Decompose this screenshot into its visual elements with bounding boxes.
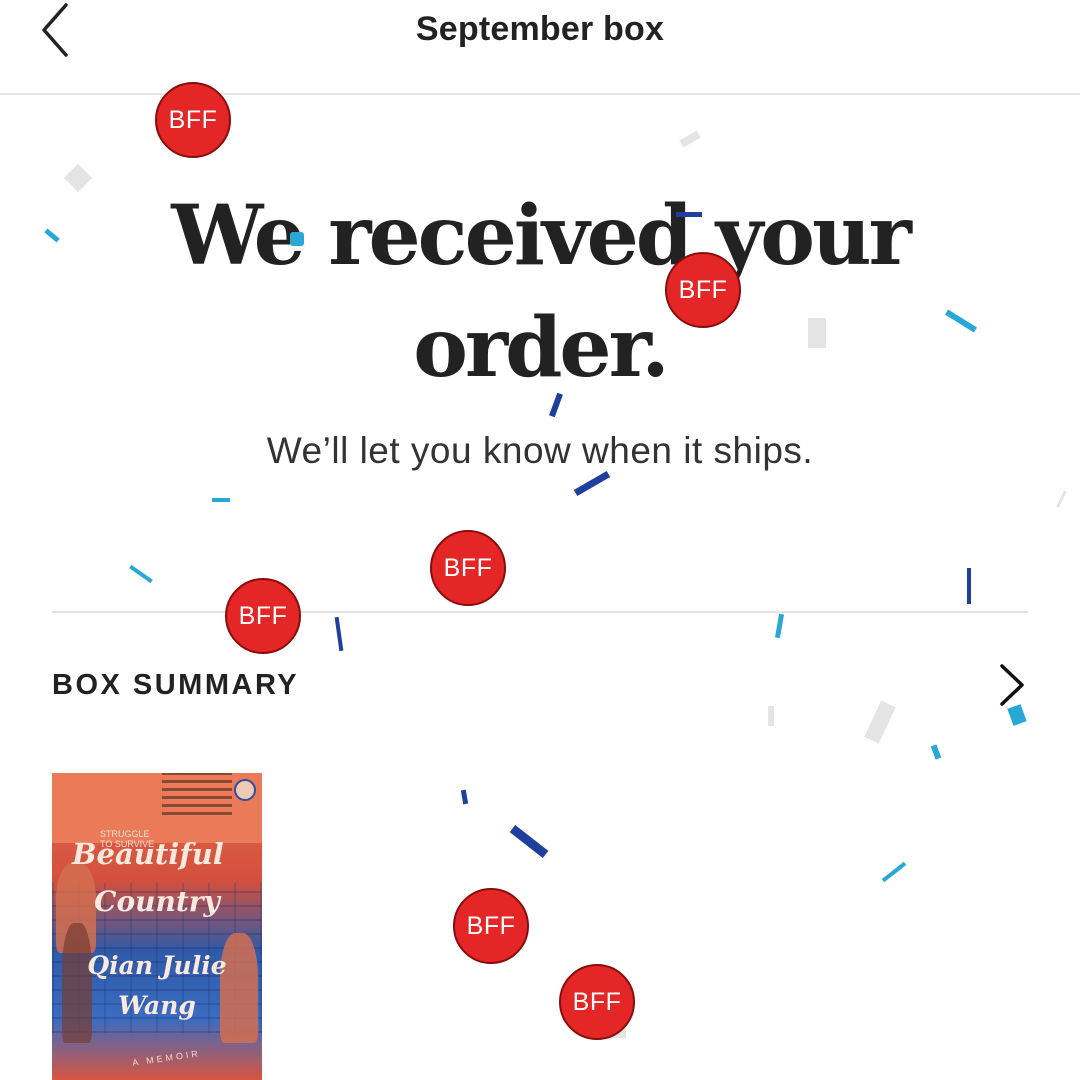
cover-figure (62, 923, 92, 1043)
bff-badge: BFF (665, 252, 741, 328)
cover-sign (162, 773, 232, 815)
confetti-piece (290, 232, 304, 246)
confetti-piece (334, 616, 344, 652)
confetti-piece (808, 318, 826, 348)
confetti-piece (1056, 490, 1067, 508)
cover-figure (220, 933, 258, 1043)
publisher-logo (234, 779, 256, 801)
confetti-piece (967, 568, 971, 604)
bff-badge: BFF (453, 888, 529, 964)
bff-badge: BFF (155, 82, 231, 158)
bff-badge: BFF (225, 578, 301, 654)
cover-title-line-1: Beautiful (72, 837, 224, 871)
confetti-piece (129, 564, 153, 584)
confetti-piece (768, 706, 774, 726)
confirmation-heading-line-1: We received your (171, 188, 912, 284)
bff-badge: BFF (430, 530, 506, 606)
page-title: September box (415, 10, 665, 48)
confetti-piece (881, 861, 907, 883)
confetti-piece (676, 212, 702, 217)
confetti-piece (573, 470, 611, 497)
confetti-piece (930, 744, 942, 760)
section-divider (52, 611, 1028, 613)
confirmation-subtitle: We’ll let you know when it ships. (266, 430, 814, 471)
confetti-piece (774, 613, 785, 639)
book-cover[interactable]: STRUGGLE TO SURVIVE Beautiful Country Qi… (52, 773, 262, 1080)
cover-author-line-1: Qian Julie (87, 951, 227, 980)
confetti-piece (460, 789, 469, 805)
cover-subtitle: A MEMOIR (131, 1048, 202, 1068)
cover-title-line-2: Country (94, 885, 220, 918)
confirmation-heading: We received your order. (0, 180, 1080, 404)
box-summary-label: BOX SUMMARY (52, 668, 300, 701)
confetti-piece (679, 130, 701, 148)
confetti-piece (509, 825, 549, 858)
confirmation-heading-line-2: order. (413, 300, 670, 396)
bff-badge: BFF (559, 964, 635, 1040)
cover-author-line-2: Wang (118, 991, 196, 1020)
top-nav-bar: September box (0, 0, 1080, 95)
confetti-piece (212, 498, 230, 502)
